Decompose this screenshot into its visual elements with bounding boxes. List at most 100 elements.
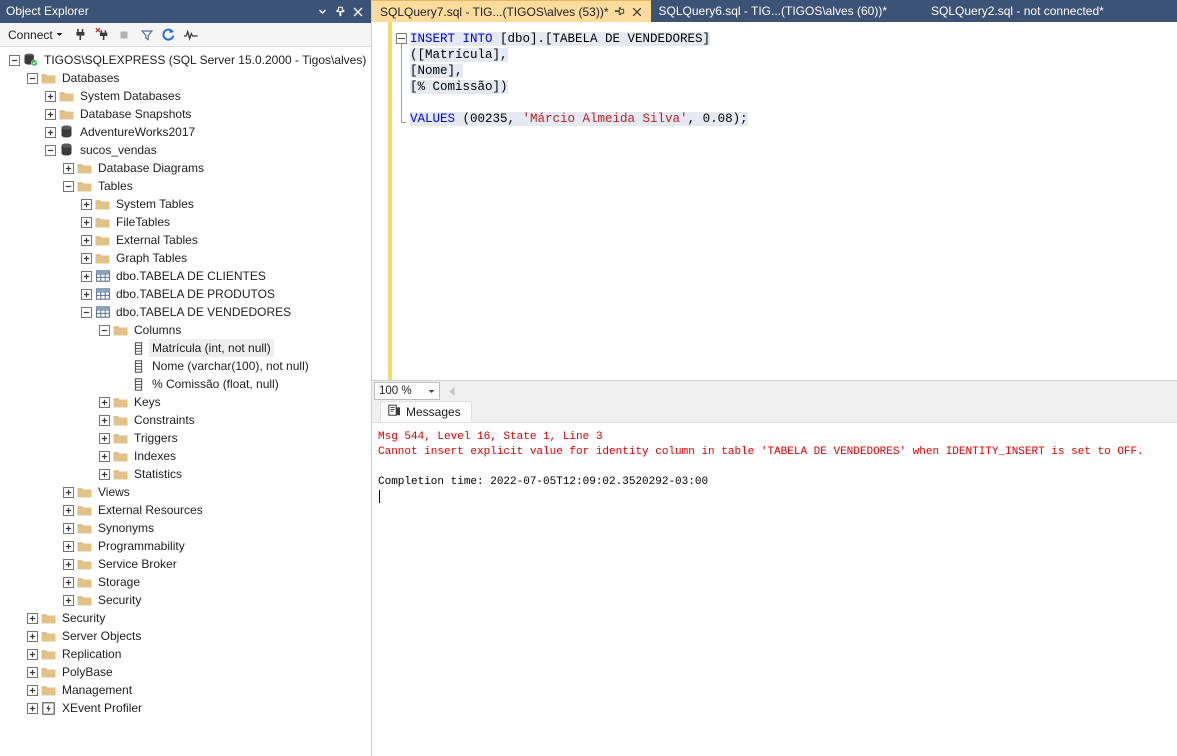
tab-messages[interactable]: Messages: [380, 401, 472, 422]
tree-node[interactable]: Database Snapshots: [0, 105, 371, 123]
tree-node[interactable]: XEvent Profiler: [0, 699, 371, 717]
expand-toggle-icon[interactable]: [78, 268, 94, 284]
pin-icon[interactable]: [612, 4, 627, 20]
expand-toggle-icon[interactable]: [42, 88, 58, 104]
tree-node[interactable]: Indexes: [0, 447, 371, 465]
collapse-toggle-icon[interactable]: [60, 178, 76, 194]
expand-toggle-icon[interactable]: [96, 448, 112, 464]
tree-node[interactable]: Replication: [0, 645, 371, 663]
tree-node[interactable]: dbo.TABELA DE PRODUTOS: [0, 285, 371, 303]
refresh-icon[interactable]: [158, 25, 180, 45]
sql-editor[interactable]: INSERT INTO [dbo].[TABELA DE VENDEDORES]…: [372, 22, 1177, 380]
expand-toggle-icon[interactable]: [78, 214, 94, 230]
tree-node[interactable]: Tables: [0, 177, 371, 195]
expand-toggle-icon[interactable]: [60, 574, 76, 590]
tree-node[interactable]: System Tables: [0, 195, 371, 213]
tree-node[interactable]: Keys: [0, 393, 371, 411]
expand-toggle-icon[interactable]: [60, 556, 76, 572]
editor-outlining-column[interactable]: [394, 22, 410, 380]
expand-toggle-icon[interactable]: [60, 538, 76, 554]
tree-node[interactable]: Storage: [0, 573, 371, 591]
expand-toggle-icon[interactable]: [78, 250, 94, 266]
tree-node[interactable]: Security: [0, 609, 371, 627]
editor-tab[interactable]: SQLQuery2.sql - not connected*: [893, 0, 1110, 22]
activity-monitor-icon[interactable]: [180, 25, 202, 45]
editor-tab[interactable]: SQLQuery7.sql - TIG...(TIGOS\alves (53))…: [372, 0, 651, 22]
tree-node[interactable]: dbo.TABELA DE CLIENTES: [0, 267, 371, 285]
tree-node[interactable]: Database Diagrams: [0, 159, 371, 177]
zoom-level-combobox[interactable]: 100 %: [374, 382, 440, 400]
expand-toggle-icon[interactable]: [96, 394, 112, 410]
close-icon[interactable]: [630, 4, 645, 20]
tree-node[interactable]: Graph Tables: [0, 249, 371, 267]
tree-node[interactable]: Service Broker: [0, 555, 371, 573]
tree-node[interactable]: Server Objects: [0, 627, 371, 645]
expand-toggle-icon[interactable]: [78, 232, 94, 248]
tree-node[interactable]: Nome (varchar(100), not null): [0, 357, 371, 375]
editor-tab[interactable]: SQLQuery6.sql - TIG...(TIGOS\alves (60))…: [651, 0, 894, 22]
chevron-down-icon[interactable]: [424, 388, 439, 395]
connect-button[interactable]: Connect: [4, 26, 67, 44]
pin-icon[interactable]: [331, 2, 349, 21]
chevron-down-icon[interactable]: [313, 2, 331, 21]
tree-node[interactable]: Management: [0, 681, 371, 699]
tree-node[interactable]: FileTables: [0, 213, 371, 231]
collapse-toggle-icon[interactable]: [78, 304, 94, 320]
tree-node[interactable]: Security: [0, 591, 371, 609]
message-line: Completion time: 2022-07-05T12:09:02.352…: [378, 476, 709, 488]
expand-toggle-icon[interactable]: [42, 124, 58, 140]
tree-node[interactable]: sucos_vendas: [0, 141, 371, 159]
messages-output[interactable]: Msg 544, Level 16, State 1, Line 3 Cannot…: [372, 423, 1177, 756]
collapse-toggle-icon[interactable]: [6, 52, 22, 68]
tree-node[interactable]: AdventureWorks2017: [0, 123, 371, 141]
expand-toggle-icon[interactable]: [60, 160, 76, 176]
code-text-area[interactable]: INSERT INTO [dbo].[TABELA DE VENDEDORES]…: [410, 22, 1177, 380]
collapse-region-toggle[interactable]: [396, 33, 407, 44]
tree-node[interactable]: Columns: [0, 321, 371, 339]
expand-toggle-icon[interactable]: [78, 196, 94, 212]
tree-node[interactable]: System Databases: [0, 87, 371, 105]
tree-node[interactable]: TIGOS\SQLEXPRESS (SQL Server 15.0.2000 -…: [0, 51, 371, 69]
expand-toggle-icon[interactable]: [24, 610, 40, 626]
expand-toggle-icon[interactable]: [24, 682, 40, 698]
tree-node[interactable]: Triggers: [0, 429, 371, 447]
expand-toggle-icon[interactable]: [24, 646, 40, 662]
tree-node[interactable]: External Resources: [0, 501, 371, 519]
expand-toggle-icon[interactable]: [96, 412, 112, 428]
tree-node[interactable]: Matrícula (int, not null): [0, 339, 371, 357]
tree-node[interactable]: External Tables: [0, 231, 371, 249]
connect-plug-icon[interactable]: [70, 25, 92, 45]
disconnect-plug-icon[interactable]: [92, 25, 114, 45]
scroll-left-icon[interactable]: [444, 382, 461, 400]
tree-node-label: TIGOS\SQLEXPRESS (SQL Server 15.0.2000 -…: [44, 53, 367, 67]
tree-node[interactable]: Synonyms: [0, 519, 371, 537]
filter-funnel-icon[interactable]: [136, 25, 158, 45]
expand-toggle-icon[interactable]: [60, 592, 76, 608]
expand-toggle-icon[interactable]: [24, 700, 40, 716]
tree-node[interactable]: % Comissão (float, null): [0, 375, 371, 393]
collapse-toggle-icon[interactable]: [24, 70, 40, 86]
expand-toggle-icon[interactable]: [24, 628, 40, 644]
tree-node[interactable]: Statistics: [0, 465, 371, 483]
close-icon[interactable]: [349, 2, 367, 21]
collapse-toggle-icon[interactable]: [42, 142, 58, 158]
editor-tabstrip[interactable]: SQLQuery7.sql - TIG...(TIGOS\alves (53))…: [372, 0, 1177, 22]
tree-node[interactable]: Programmability: [0, 537, 371, 555]
tree-node[interactable]: Databases: [0, 69, 371, 87]
expand-toggle-icon[interactable]: [96, 430, 112, 446]
expand-toggle-icon[interactable]: [60, 520, 76, 536]
results-tabstrip[interactable]: Messages: [372, 401, 1177, 423]
expand-toggle-icon[interactable]: [24, 664, 40, 680]
ssms-window: Object Explorer Connect TIGOS\SQLEXPRESS…: [0, 0, 1177, 756]
expand-toggle-icon[interactable]: [60, 484, 76, 500]
tree-node[interactable]: Constraints: [0, 411, 371, 429]
expand-toggle-icon[interactable]: [42, 106, 58, 122]
expand-toggle-icon[interactable]: [60, 502, 76, 518]
expand-toggle-icon[interactable]: [78, 286, 94, 302]
object-explorer-tree[interactable]: TIGOS\SQLEXPRESS (SQL Server 15.0.2000 -…: [0, 47, 371, 756]
tree-node[interactable]: Views: [0, 483, 371, 501]
collapse-toggle-icon[interactable]: [96, 322, 112, 338]
tree-node[interactable]: PolyBase: [0, 663, 371, 681]
tree-node[interactable]: dbo.TABELA DE VENDEDORES: [0, 303, 371, 321]
expand-toggle-icon[interactable]: [96, 466, 112, 482]
